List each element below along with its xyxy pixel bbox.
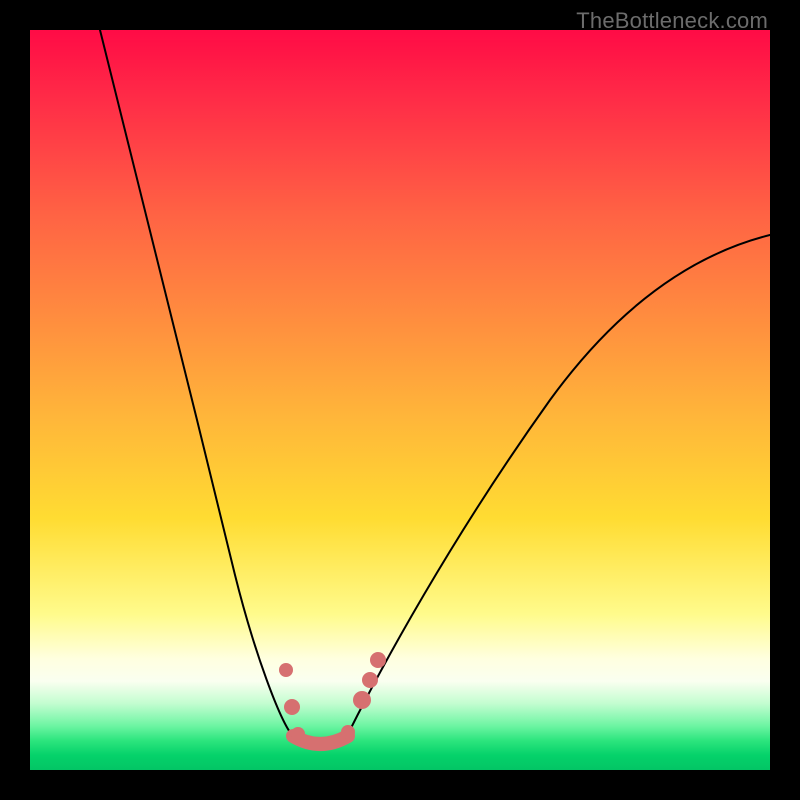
marker-dot (291, 727, 305, 741)
marker-dot (370, 652, 386, 668)
curve-right (350, 235, 770, 730)
marker-dot (284, 699, 300, 715)
marker-dot (353, 691, 371, 709)
marker-dot (279, 663, 293, 677)
chart-svg (30, 30, 770, 770)
marker-dot (341, 725, 355, 739)
chart-frame (30, 30, 770, 770)
marker-dot (362, 672, 378, 688)
curve-left (100, 30, 292, 735)
watermark-text: TheBottleneck.com (576, 8, 768, 34)
